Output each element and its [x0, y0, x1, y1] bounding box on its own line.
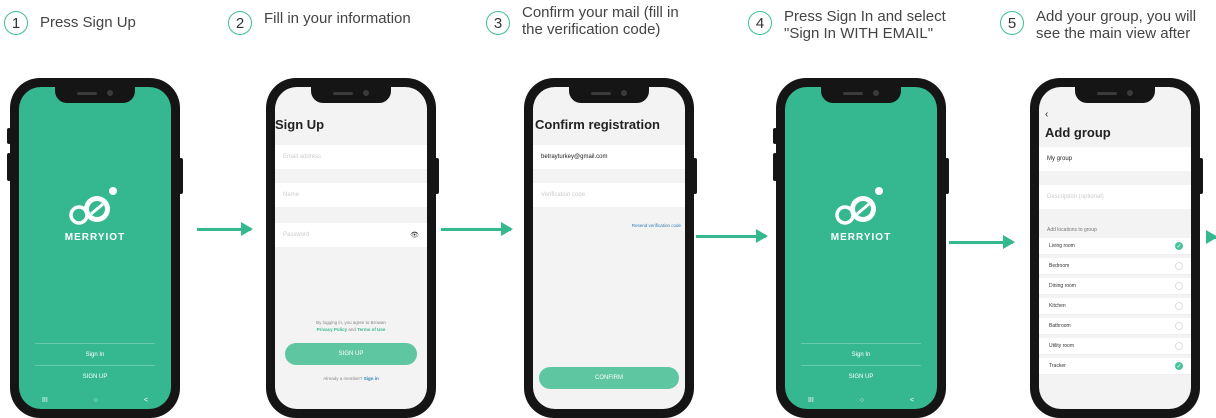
notch — [569, 87, 649, 103]
phone-sign-in: MERRYIOT Sign In SIGN UP III ○ < — [773, 78, 949, 418]
page-title: Add group — [1045, 125, 1111, 140]
email-field[interactable]: betrayturkey@gmail.com — [533, 145, 685, 169]
step-text: Fill in your information — [264, 10, 411, 27]
sign-in-button[interactable]: Sign In — [801, 343, 921, 366]
location-label: Utility room — [1049, 343, 1075, 349]
privacy-policy-link[interactable]: Privacy Policy — [317, 327, 348, 332]
page-title: Confirm registration — [535, 117, 660, 132]
merryiot-logo: MERRYIOT — [821, 183, 901, 243]
checked-icon[interactable]: ✓ — [1175, 242, 1183, 250]
password-field[interactable]: Password 👁 — [275, 223, 427, 247]
confirm-screen: Confirm registration betrayturkey@gmail.… — [533, 87, 685, 409]
unchecked-icon[interactable] — [1175, 262, 1183, 270]
step-number: 4 — [748, 11, 772, 35]
step-4: 4 Press Sign In and select "Sign In WITH… — [748, 4, 946, 42]
email-field[interactable]: Email address — [275, 145, 427, 169]
notch — [55, 87, 135, 103]
signup-screen: Sign Up Email address Name Password 👁 By… — [275, 87, 427, 409]
step-text: Add your group, you will see the main vi… — [1036, 8, 1197, 42]
notch — [311, 87, 391, 103]
back-icon[interactable]: < — [910, 397, 914, 404]
sign-up-button[interactable]: SIGN UP — [35, 365, 155, 388]
terms-and: and — [348, 327, 356, 332]
group-name-field[interactable]: My group — [1039, 147, 1191, 171]
location-row[interactable]: Living room ✓ — [1039, 238, 1191, 255]
step-text: Press Sign Up — [40, 14, 136, 31]
add-group-screen: ‹ Add group My group Description (option… — [1039, 87, 1191, 409]
arrow-right-icon — [197, 222, 253, 236]
step-3: 3 Confirm your mail (fill in the verific… — [486, 4, 679, 38]
phone-signup: Sign Up Email address Name Password 👁 By… — [266, 78, 439, 418]
location-row[interactable]: Bathroom — [1039, 318, 1191, 335]
page-title: Sign Up — [275, 117, 325, 132]
member-label: Already a member? — [323, 376, 363, 381]
unchecked-icon[interactable] — [1175, 282, 1183, 290]
welcome-screen: MERRYIOT Sign In SIGN UP III ○ < — [19, 87, 171, 409]
step-5: 5 Add your group, you will see the main … — [1000, 4, 1196, 42]
step-number: 3 — [486, 11, 510, 35]
resend-code-link[interactable]: Resend verification code — [632, 223, 681, 228]
step-number: 2 — [228, 11, 252, 35]
sign-in-button[interactable]: Sign In — [35, 343, 155, 366]
arrow-right-icon — [949, 235, 1015, 249]
welcome-screen: MERRYIOT Sign In SIGN UP III ○ < — [785, 87, 937, 409]
checked-icon[interactable]: ✓ — [1175, 362, 1183, 370]
step-number: 5 — [1000, 11, 1024, 35]
unchecked-icon[interactable] — [1175, 342, 1183, 350]
name-field[interactable]: Name — [275, 183, 427, 207]
merryiot-logo: MERRYIOT — [55, 183, 135, 243]
sign-in-link[interactable]: Sign in — [364, 376, 379, 381]
arrow-right-icon — [696, 229, 768, 243]
home-icon[interactable]: ○ — [94, 397, 98, 404]
phone-confirm: Confirm registration betrayturkey@gmail.… — [524, 78, 697, 418]
recents-icon[interactable]: III — [808, 397, 814, 404]
android-navbar: III ○ < — [19, 391, 171, 409]
description-field[interactable]: Description (optional) — [1039, 185, 1191, 209]
location-label: Living room — [1049, 243, 1075, 249]
location-row[interactable]: Kitchen — [1039, 298, 1191, 315]
locations-label: Add locations to group — [1047, 227, 1097, 233]
terms-line: By logging in, you agree to Browan — [316, 320, 386, 325]
step-1: 1 Press Sign Up — [4, 4, 136, 35]
arrow-right-icon — [441, 222, 513, 236]
step-number: 1 — [4, 11, 28, 35]
notch — [821, 87, 901, 103]
location-label: Bedroom — [1049, 263, 1070, 269]
brand-name: MERRYIOT — [830, 232, 892, 243]
step-2: 2 Fill in your information — [228, 4, 411, 35]
recents-icon[interactable]: III — [42, 397, 48, 404]
step-text: Confirm your mail (fill in the verificat… — [522, 4, 679, 38]
confirm-button[interactable]: CONFIRM — [539, 367, 679, 389]
location-label: Bathroom — [1049, 323, 1071, 329]
unchecked-icon[interactable] — [1175, 322, 1183, 330]
location-row[interactable]: Bedroom — [1039, 258, 1191, 275]
location-label: Dining room — [1049, 283, 1076, 289]
brand-name: MERRYIOT — [64, 232, 126, 243]
eye-icon[interactable]: 👁 — [410, 231, 419, 239]
home-icon[interactable]: ○ — [860, 397, 864, 404]
sign-up-button[interactable]: SIGN UP — [801, 365, 921, 388]
back-icon[interactable]: ‹ — [1045, 109, 1048, 120]
member-text: Already a member? Sign in — [275, 375, 427, 382]
unchecked-icon[interactable] — [1175, 302, 1183, 310]
location-row[interactable]: Utility room — [1039, 338, 1191, 355]
password-placeholder: Password — [283, 232, 310, 238]
phone-add-group: ‹ Add group My group Description (option… — [1030, 78, 1203, 418]
location-label: Kitchen — [1049, 303, 1066, 309]
location-row[interactable]: Tracker ✓ — [1039, 358, 1191, 375]
android-navbar: III ○ < — [785, 391, 937, 409]
arrow-right-icon — [1206, 230, 1216, 244]
terms-of-use-link[interactable]: Terms of Use — [357, 327, 385, 332]
location-label: Tracker — [1049, 363, 1066, 369]
terms-text: By logging in, you agree to Browan Priva… — [275, 319, 427, 333]
phone-welcome: MERRYIOT Sign In SIGN UP III ○ < — [7, 78, 183, 418]
verification-code-field[interactable]: Verification code — [533, 183, 685, 207]
location-row[interactable]: Dining room — [1039, 278, 1191, 295]
back-icon[interactable]: < — [144, 397, 148, 404]
sign-up-button[interactable]: SIGN UP — [285, 343, 417, 365]
notch — [1075, 87, 1155, 103]
step-text: Press Sign In and select "Sign In WITH E… — [784, 8, 946, 42]
